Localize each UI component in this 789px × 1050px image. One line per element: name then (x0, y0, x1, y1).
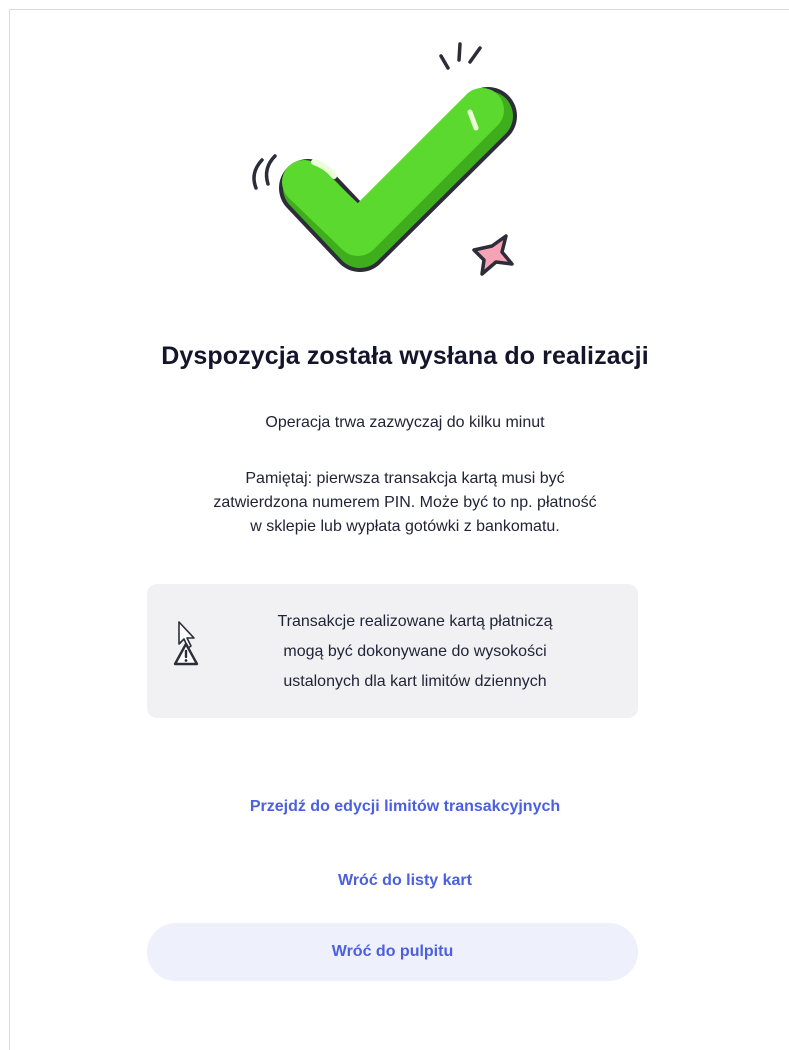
limits-warning-box: Transakcje realizowane kartą płatniczą m… (147, 584, 638, 718)
sparkle-lines-icon (439, 42, 482, 70)
subtitle: Operacja trwa zazwyczaj do kilku minut (265, 414, 545, 431)
back-to-dashboard-button[interactable]: Wróć do pulpitu (147, 923, 638, 981)
back-to-cards-link[interactable]: Wróć do listy kart (10, 872, 789, 890)
page-title: Dyspozycja została wysłana do realizacji (161, 342, 649, 370)
warning-line: Transakcje realizowane kartą płatniczą (277, 613, 553, 630)
pin-reminder-line: w sklepie lub wypłata gotówki z bankomat… (250, 518, 560, 535)
star-icon (472, 234, 514, 276)
warning-triangle-icon (173, 621, 199, 666)
wiggle-lines-icon (252, 154, 277, 190)
edit-limits-link[interactable]: Przejdź do edycji limitów transakcyjnych (10, 798, 789, 816)
confirmation-panel: Dyspozycja została wysłana do realizacji… (9, 9, 789, 1050)
pin-reminder-line: Pamiętaj: pierwsza transakcja kartą musi… (245, 470, 565, 487)
limits-warning-text: Transakcje realizowane kartą płatniczą m… (225, 607, 605, 697)
success-checkmark-icon (252, 42, 517, 276)
warning-line: mogą być dokonywane do wysokości (283, 643, 547, 660)
warning-line: ustalonych dla kart limitów dziennych (283, 673, 547, 690)
pin-reminder-line: zatwierdzona numerem PIN. Może być to np… (213, 494, 597, 511)
pin-reminder: Pamiętaj: pierwsza transakcja kartą musi… (140, 467, 670, 539)
